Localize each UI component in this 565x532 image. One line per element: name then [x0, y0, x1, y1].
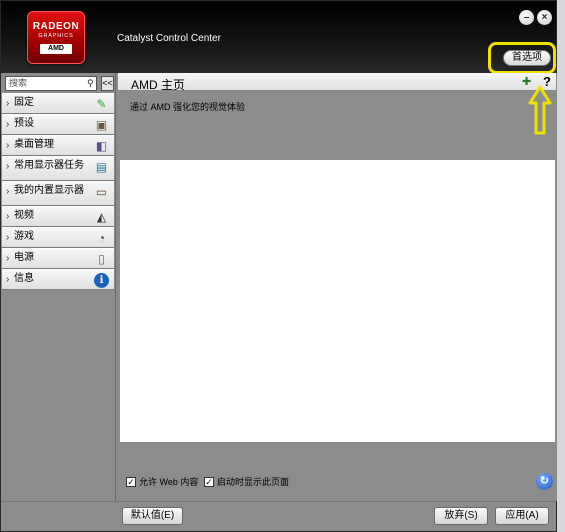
preferences-button[interactable]: 首选项: [503, 50, 551, 66]
sidebar-item-label: 常用显示器任务: [14, 160, 84, 171]
gamepad-icon: ◔: [97, 231, 106, 245]
catalyst-window: RADEON GRAPHICS AMD Catalyst Control Cen…: [0, 0, 557, 532]
expand-arrow-icon[interactable]: ›: [6, 186, 9, 197]
checkbox-label: 启动时显示此页面: [217, 477, 290, 487]
sidebar-item-desktop-management[interactable]: › 桌面管理 ◧: [2, 135, 114, 156]
expand-arrow-icon[interactable]: ›: [6, 119, 9, 130]
sidebar-item-information[interactable]: › 信息 i: [2, 269, 114, 290]
display-tasks-icon: ▤: [95, 160, 108, 174]
video-icon: ◭: [96, 210, 107, 224]
web-content-panel: [120, 160, 555, 442]
close-button[interactable]: ×: [537, 10, 552, 25]
show-on-startup-checkbox[interactable]: ✓ 启动时显示此页面: [204, 475, 289, 488]
pin-icon: ✎: [96, 97, 107, 111]
sidebar-item-label: 我的内置显示器: [14, 185, 84, 196]
sidebar-item-label: 游戏: [14, 231, 34, 242]
search-icon[interactable]: ⚲: [87, 77, 97, 89]
sidebar-item-label: 电源: [14, 252, 34, 263]
desktop-manager-icon: ◧: [95, 139, 108, 153]
refresh-icon[interactable]: ↻: [536, 473, 553, 490]
laptop-display-icon: ▭: [95, 185, 108, 199]
sidebar-item-label: 桌面管理: [14, 139, 54, 150]
checkbox-box[interactable]: ✓: [126, 476, 136, 487]
sidebar-item-video[interactable]: › 视频 ◭: [2, 206, 114, 227]
page-header: AMD 主页 ✚ ?: [118, 73, 556, 92]
minimize-button[interactable]: –: [519, 10, 534, 25]
search-row: 搜索 ⚲ <<: [5, 76, 114, 91]
info-icon: i: [94, 273, 109, 288]
apply-button[interactable]: 应用(A): [495, 507, 549, 525]
highlight-arrow-annotation: [528, 85, 552, 135]
app-title: Catalyst Control Center: [117, 33, 221, 44]
restore-defaults-button[interactable]: 默认值(E): [122, 507, 183, 525]
sidebar-item-presets[interactable]: › 预设 ▣: [2, 114, 114, 135]
main-content: AMD 主页 ✚ ? 通过 AMD 强化您的视觉体验 ✓ 允许 Web 内容 ✓ 启…: [115, 73, 557, 501]
collapse-sidebar-button[interactable]: <<: [101, 76, 114, 91]
expand-arrow-icon[interactable]: ›: [6, 232, 9, 243]
expand-arrow-icon[interactable]: ›: [6, 274, 9, 285]
discard-button[interactable]: 放弃(S): [434, 507, 488, 525]
search-input[interactable]: 搜索: [5, 76, 97, 91]
footer-bar: 默认值(E) 放弃(S) 应用(A): [1, 501, 556, 531]
expand-arrow-icon[interactable]: ›: [6, 161, 9, 172]
page-subtitle: 通过 AMD 强化您的视觉体验: [130, 102, 246, 112]
sidebar-item-label: 信息: [14, 273, 34, 284]
expand-arrow-icon[interactable]: ›: [6, 140, 9, 151]
title-bar: RADEON GRAPHICS AMD Catalyst Control Cen…: [1, 1, 556, 74]
preset-icon: ▣: [95, 118, 108, 132]
allow-web-content-checkbox[interactable]: ✓ 允许 Web 内容: [126, 475, 198, 488]
sidebar-item-label: 视频: [14, 210, 34, 221]
power-icon: ▯: [98, 252, 105, 266]
sidebar: 搜索 ⚲ << › 固定 ✎ › 预设 ▣ › 桌面管理 ◧ › 常用显示器任务: [1, 73, 115, 501]
background-window-edge: [556, 0, 565, 532]
logo-text-graphics: GRAPHICS: [38, 33, 74, 39]
sidebar-item-built-in-display[interactable]: › 我的内置显示器 ▭: [2, 181, 114, 206]
sidebar-item-pinned[interactable]: › 固定 ✎: [2, 93, 114, 114]
expand-arrow-icon[interactable]: ›: [6, 98, 9, 109]
sidebar-item-label: 固定: [14, 97, 34, 108]
sidebar-item-gaming[interactable]: › 游戏 ◔: [2, 227, 114, 248]
sidebar-item-display-tasks[interactable]: › 常用显示器任务 ▤: [2, 156, 114, 181]
radeon-logo: RADEON GRAPHICS AMD: [27, 11, 85, 64]
checkbox-box[interactable]: ✓: [204, 476, 214, 487]
sidebar-nav: › 固定 ✎ › 预设 ▣ › 桌面管理 ◧ › 常用显示器任务 ▤ › 我的内: [2, 93, 114, 290]
page-title: AMD 主页: [131, 78, 186, 92]
logo-text-radeon: RADEON: [32, 21, 80, 32]
expand-arrow-icon[interactable]: ›: [6, 211, 9, 222]
logo-badge-amd: AMD: [40, 44, 72, 54]
expand-arrow-icon[interactable]: ›: [6, 253, 9, 264]
sidebar-item-power[interactable]: › 电源 ▯: [2, 248, 114, 269]
checkbox-label: 允许 Web 内容: [139, 477, 199, 487]
sidebar-item-label: 预设: [14, 118, 34, 129]
